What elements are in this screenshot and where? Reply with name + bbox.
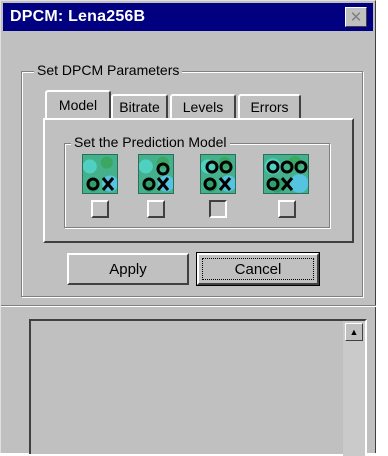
tab-bitrate[interactable]: Bitrate [111, 94, 168, 118]
apply-button[interactable]: Apply [67, 253, 189, 285]
prediction-model-3-checkbox[interactable] [209, 200, 227, 218]
prediction-model-4-icon [263, 154, 309, 194]
tab-model-label: Model [58, 97, 98, 113]
close-button[interactable]: ✕ [345, 7, 367, 27]
apply-button-label: Apply [109, 260, 147, 278]
output-text-area[interactable]: ▲ [29, 319, 367, 456]
prediction-model-2-checkbox[interactable] [147, 200, 165, 218]
tab-errors[interactable]: Errors [238, 94, 301, 118]
dpcm-parameters-group-label: Set DPCM Parameters [34, 62, 183, 78]
dpcm-dialog-window: DPCM: Lena256B ✕ Set DPCM Parameters Mod… [0, 0, 376, 456]
prediction-model-1-checkbox[interactable] [91, 200, 109, 218]
tab-model[interactable]: Model [45, 90, 111, 118]
prediction-model-4-checkbox[interactable] [278, 200, 296, 218]
title-bar[interactable]: DPCM: Lena256B ✕ [3, 3, 373, 31]
cancel-button[interactable]: Cancel [196, 252, 320, 286]
prediction-model-1-icon [82, 154, 118, 194]
tab-levels[interactable]: Levels [170, 94, 236, 118]
prediction-model-3-icon [200, 154, 236, 194]
scroll-up-button[interactable]: ▲ [345, 323, 363, 341]
tab-levels-label: Levels [182, 99, 224, 115]
prediction-model-group-label: Set the Prediction Model [71, 134, 230, 150]
separator [1, 305, 376, 307]
tab-errors-label: Errors [250, 99, 289, 115]
cancel-button-label: Cancel [234, 260, 282, 278]
vertical-scrollbar[interactable]: ▲ [343, 321, 365, 456]
prediction-model-2-icon [138, 154, 174, 194]
window-title: DPCM: Lena256B [10, 8, 146, 25]
scroll-up-arrow-icon: ▲ [349, 327, 359, 337]
close-icon: ✕ [349, 8, 363, 26]
tab-bitrate-label: Bitrate [119, 99, 160, 115]
